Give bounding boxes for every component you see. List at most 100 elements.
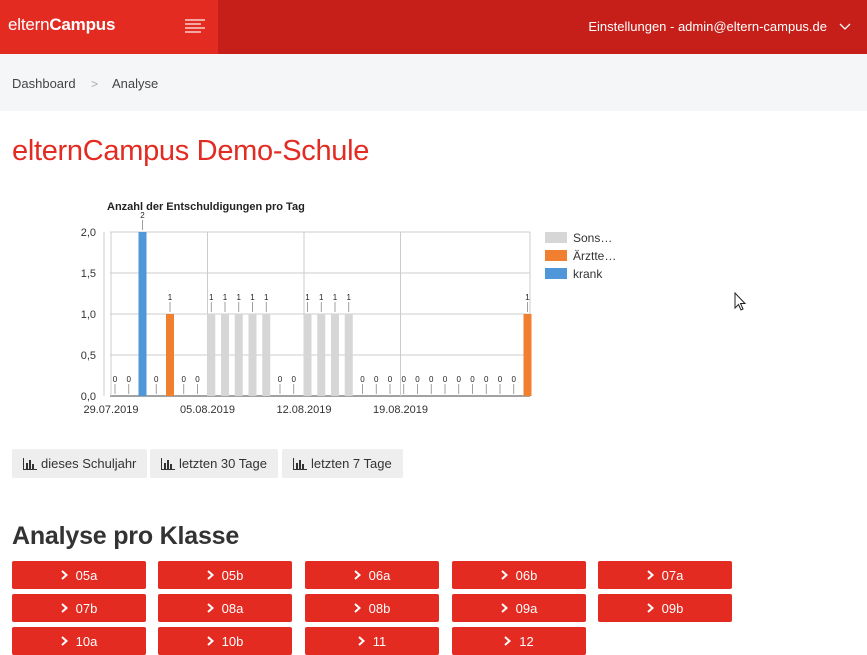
legend-swatch: [545, 250, 567, 261]
class-button-08a[interactable]: 08a: [158, 594, 292, 622]
data-label: 0: [374, 375, 379, 384]
section-title: Analyse pro Klasse: [12, 522, 240, 550]
class-button-07a[interactable]: 07a: [598, 561, 732, 589]
absence-chart: Anzahl der Entschuldigungen pro Tag 0,0 0,…: [81, 201, 617, 416]
data-label: 2: [140, 211, 145, 220]
data-label: 0: [484, 375, 489, 384]
data-label: 0: [195, 375, 200, 384]
legend-label: krank: [573, 267, 603, 281]
chart-bar: [331, 314, 339, 396]
class-button-05b[interactable]: 05b: [158, 561, 292, 589]
chart-bar: [138, 232, 147, 396]
chevron-right-icon: [353, 603, 361, 613]
class-button-06a[interactable]: 06a: [305, 561, 439, 589]
breadcrumb: Dashboard > Analyse: [0, 54, 867, 111]
data-label: 1: [264, 293, 269, 302]
data-label: 1: [347, 293, 352, 302]
data-label: 0: [292, 375, 297, 384]
chart-bar: [166, 314, 174, 396]
class-button-label: 08b: [368, 600, 391, 616]
class-button-label: 09b: [661, 600, 684, 616]
x-tick-label: 19.08.2019: [373, 404, 428, 416]
class-button-06b[interactable]: 06b: [452, 561, 586, 589]
chevron-right-icon: [206, 603, 214, 613]
chevron-right-icon: [353, 570, 361, 580]
x-tick-label: 05.08.2019: [180, 404, 235, 416]
data-label: 0: [113, 375, 118, 384]
class-button-11[interactable]: 11: [305, 627, 439, 655]
chart-bar: [248, 314, 257, 396]
chart-title: Anzahl der Entschuldigungen pro Tag: [107, 201, 305, 213]
data-label: 0: [457, 375, 462, 384]
chart-bar: [317, 314, 326, 396]
chevron-right-icon: [358, 636, 365, 646]
brand-part2: Campus: [49, 15, 116, 34]
range-button-7-days[interactable]: letzten 7 Tage: [282, 449, 403, 478]
breadcrumb-dashboard[interactable]: Dashboard: [12, 76, 76, 91]
class-button-10b[interactable]: 10b: [158, 627, 292, 655]
y-tick-label: 0,5: [81, 350, 96, 362]
brand-logo[interactable]: elternCampus: [8, 15, 115, 35]
brand-part1: eltern: [8, 15, 50, 34]
hamburger-menu-icon[interactable]: [185, 18, 205, 34]
data-label: 1: [168, 293, 173, 302]
data-label: 0: [498, 375, 503, 384]
brand-area: elternCampus: [0, 0, 218, 54]
class-button-label: 11: [372, 633, 387, 649]
data-label: 1: [209, 293, 214, 302]
data-label: 0: [360, 375, 365, 384]
class-button-10a[interactable]: 10a: [12, 627, 146, 655]
data-label: 0: [402, 375, 407, 384]
user-menu-label[interactable]: Einstellungen - admin@eltern-campus.de: [588, 19, 827, 34]
range-button-30-days[interactable]: letzten 30 Tage: [150, 449, 278, 478]
chevron-right-icon: [504, 636, 512, 646]
data-label: 1: [305, 293, 310, 302]
chevron-right-icon: [60, 603, 68, 613]
breadcrumb-analyse: Analyse: [112, 76, 159, 91]
chart-bar: [221, 314, 229, 396]
mouse-cursor-icon: [734, 292, 747, 311]
chevron-right-icon: [500, 570, 508, 580]
breadcrumb-separator: >: [91, 77, 99, 91]
data-label: 1: [525, 293, 530, 302]
y-tick-label: 2,0: [81, 227, 96, 239]
bar-chart-icon: [23, 457, 37, 470]
class-button-label: 06a: [368, 567, 391, 583]
class-button-05a[interactable]: 05a: [12, 561, 146, 589]
data-label: 0: [415, 375, 420, 384]
data-label: 0: [443, 375, 448, 384]
page-title: elternCampus Demo-Schule: [12, 135, 370, 167]
data-label: 1: [237, 293, 242, 302]
data-label: 1: [250, 293, 255, 302]
class-button-09a[interactable]: 09a: [452, 594, 586, 622]
class-button-08b[interactable]: 08b: [305, 594, 439, 622]
class-button-label: 07a: [661, 567, 684, 583]
class-button-09b[interactable]: 09b: [598, 594, 732, 622]
x-tick-label: 29.07.2019: [83, 404, 138, 416]
chevron-right-icon: [206, 570, 214, 580]
data-label: 0: [182, 375, 187, 384]
class-button-label: 08a: [221, 600, 244, 616]
class-button-label: 05a: [75, 567, 98, 583]
data-label: 0: [470, 375, 475, 384]
legend-swatch: [545, 268, 567, 279]
x-tick-label: 12.08.2019: [276, 404, 331, 416]
class-button-12[interactable]: 12: [452, 627, 586, 655]
range-button-label: dieses Schuljahr: [41, 456, 137, 471]
chevron-right-icon: [60, 570, 68, 580]
chevron-right-icon: [500, 603, 508, 613]
chart-bar: [344, 314, 353, 396]
y-tick-label: 0,0: [81, 391, 96, 403]
data-label: 0: [127, 375, 132, 384]
class-button-07b[interactable]: 07b: [12, 594, 146, 622]
data-label: 1: [223, 293, 228, 302]
class-button-label: 10a: [75, 633, 98, 649]
chevron-down-icon[interactable]: [839, 20, 851, 32]
class-button-label: 07b: [75, 600, 98, 616]
range-button-school-year[interactable]: dieses Schuljahr: [12, 449, 147, 478]
range-button-label: letzten 30 Tage: [179, 456, 267, 471]
chevron-right-icon: [60, 636, 68, 646]
data-label: 1: [333, 293, 338, 302]
chart-bar: [234, 314, 243, 396]
class-button-label: 05b: [221, 567, 244, 583]
